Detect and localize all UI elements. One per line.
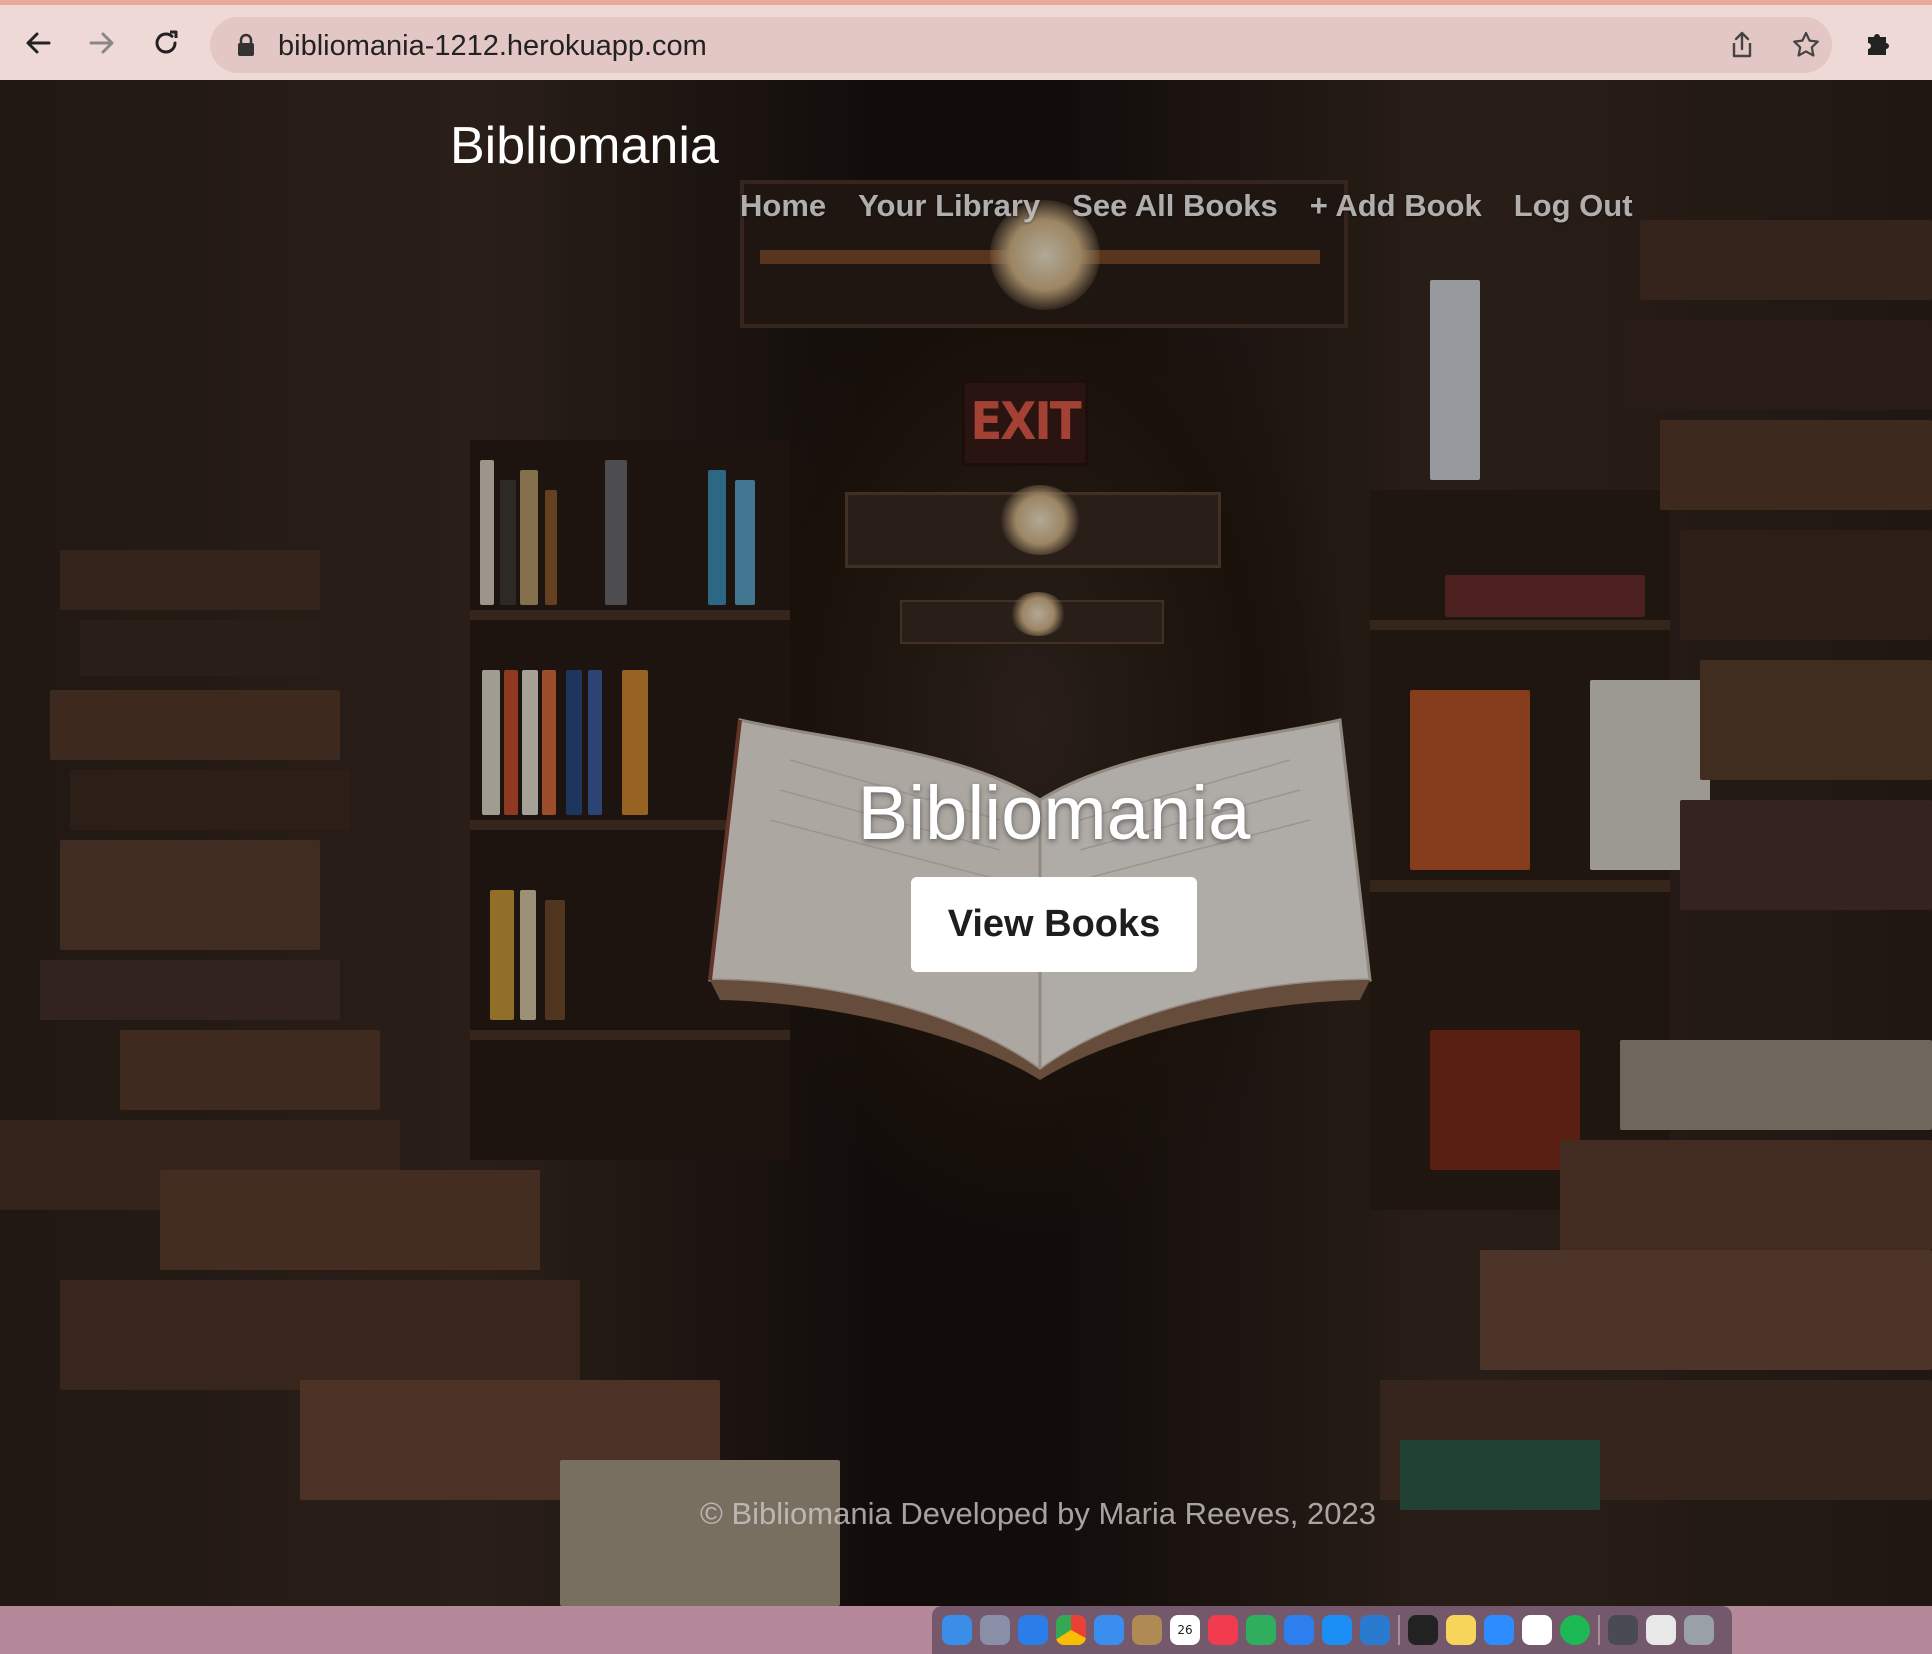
address-bar[interactable]: bibliomania-1212.herokuapp.com: [210, 17, 1832, 73]
star-icon[interactable]: [1788, 27, 1824, 63]
forward-arrow-icon[interactable]: [80, 21, 124, 65]
main-nav: Home Your Library See All Books + Add Bo…: [740, 188, 1633, 224]
contacts-icon[interactable]: [1132, 1615, 1162, 1645]
news-icon[interactable]: [1208, 1615, 1238, 1645]
vscode-icon[interactable]: [1360, 1615, 1390, 1645]
footer-copyright: © Bibliomania Developed by Maria Reeves,…: [700, 1496, 1376, 1531]
share-icon[interactable]: [1724, 27, 1760, 63]
spotify-icon[interactable]: [1560, 1615, 1590, 1645]
finder-icon[interactable]: [942, 1615, 972, 1645]
numbers-icon[interactable]: [1246, 1615, 1276, 1645]
extensions-puzzle-icon[interactable]: [1862, 27, 1898, 63]
site-brand[interactable]: Bibliomania: [450, 116, 719, 176]
trash-icon[interactable]: [1684, 1615, 1714, 1645]
mail-icon[interactable]: [1094, 1615, 1124, 1645]
nav-link-see-all-books[interactable]: See All Books: [1072, 188, 1278, 224]
slack-icon[interactable]: [1522, 1615, 1552, 1645]
safari-icon[interactable]: [1018, 1615, 1048, 1645]
launchpad-icon[interactable]: [980, 1615, 1010, 1645]
dock-separator: [1598, 1615, 1600, 1645]
nav-link-log-out[interactable]: Log Out: [1514, 188, 1633, 224]
dock-separator: [1398, 1615, 1400, 1645]
browser-toolbar: bibliomania-1212.herokuapp.com: [0, 0, 1932, 80]
nav-link-your-library[interactable]: Your Library: [858, 188, 1040, 224]
zoom-icon[interactable]: [1484, 1615, 1514, 1645]
back-arrow-icon[interactable]: [16, 21, 60, 65]
app-store-icon[interactable]: [1322, 1615, 1352, 1645]
nav-link-add-book[interactable]: + Add Book: [1310, 188, 1482, 224]
lock-icon[interactable]: [228, 27, 264, 63]
activity-monitor-icon[interactable]: [1608, 1615, 1638, 1645]
notes-icon[interactable]: [1446, 1615, 1476, 1645]
url-text[interactable]: bibliomania-1212.herokuapp.com: [278, 30, 707, 63]
terminal-icon[interactable]: [1408, 1615, 1438, 1645]
macos-dock: 26: [932, 1606, 1732, 1654]
view-books-button[interactable]: View Books: [911, 877, 1197, 972]
chrome-icon[interactable]: [1056, 1615, 1086, 1645]
preview-icon[interactable]: [1646, 1615, 1676, 1645]
keynote-icon[interactable]: [1284, 1615, 1314, 1645]
reload-icon[interactable]: [144, 21, 188, 65]
page-viewport: EXIT Bibliomania Home Your Library See A…: [0, 80, 1932, 1606]
nav-link-home[interactable]: Home: [740, 188, 826, 224]
hero-title: Bibliomania: [857, 771, 1251, 856]
calendar-icon[interactable]: 26: [1170, 1615, 1200, 1645]
